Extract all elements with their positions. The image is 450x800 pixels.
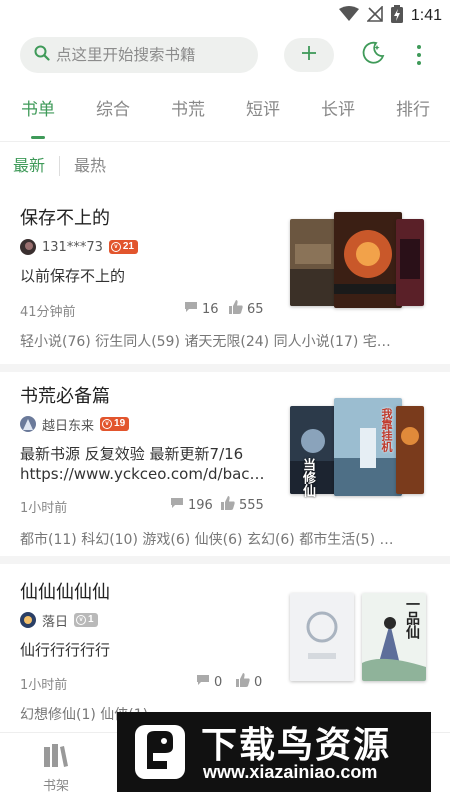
cover-title: 一品仙 — [404, 597, 420, 639]
watermark-banner: 下载鸟资源 www.xiazainiao.com — [117, 712, 431, 792]
tab-long-review[interactable]: 长评 — [321, 92, 355, 128]
comment-count[interactable]: 196 — [170, 497, 213, 513]
like-count-value: 65 — [247, 301, 264, 317]
username: 落日 — [42, 614, 69, 630]
moon-icon — [360, 40, 386, 70]
no-signal-icon — [365, 5, 383, 26]
thumbs-up-icon — [236, 673, 250, 691]
level-badge: v 21 — [108, 240, 138, 254]
level-icon: v — [76, 615, 87, 625]
booklist-card[interactable]: 书荒必备篇 越日东来 v 19 最新书源 反复效验 最新更新7/16 https:… — [0, 372, 450, 564]
level-badge: v1 — [74, 613, 98, 627]
level-value: 1 — [88, 614, 94, 625]
sort-newest[interactable]: 最新 — [13, 150, 45, 182]
status-time: 1:41 — [410, 7, 442, 24]
search-icon — [34, 45, 50, 65]
level-value: 21 — [122, 241, 134, 252]
tab-general[interactable]: 综合 — [96, 92, 130, 128]
thumbs-up-icon — [229, 300, 243, 318]
category-tabs: 书单 综合 书荒 短评 长评 排行 — [0, 92, 450, 140]
divider — [59, 156, 60, 176]
sort-hottest[interactable]: 最热 — [74, 150, 106, 182]
booklist-description: 仙行行行行行 — [20, 641, 111, 659]
tab-booklist[interactable]: 书单 — [21, 92, 55, 128]
tab-book-shortage[interactable]: 书荒 — [171, 92, 205, 128]
bookshelf-icon — [43, 743, 69, 771]
username: 越日东来 — [42, 418, 95, 434]
booklist-tags: 都市(11) 科幻(10) 游戏(6) 仙侠(6) 玄幻(6) 都市生活(5) … — [20, 532, 394, 548]
bird-logo-icon — [131, 721, 189, 783]
book-cover — [290, 219, 336, 306]
booklist-title: 保存不上的 — [20, 208, 110, 229]
tab-ranking[interactable]: 排行 — [396, 92, 430, 128]
booklist-title: 书荒必备篇 — [20, 386, 110, 407]
comment-icon — [170, 497, 184, 513]
more-menu-button[interactable] — [408, 40, 430, 70]
comment-count[interactable]: 0 — [196, 674, 222, 690]
avatar — [20, 416, 36, 432]
like-count[interactable]: 65 — [229, 300, 264, 318]
level-icon: v — [110, 242, 121, 252]
username: 131***73 — [42, 239, 103, 255]
booklist-title: 仙仙仙仙仙 — [20, 582, 110, 603]
tab-short-review[interactable]: 短评 — [246, 92, 280, 128]
search-input[interactable] — [56, 46, 256, 64]
post-time: 1小时前 — [20, 501, 68, 516]
book-cover: 一品仙 — [362, 593, 426, 681]
user-row: 131***73 v 21 — [20, 237, 138, 257]
comment-count[interactable]: 16 — [184, 301, 219, 317]
card-separator — [0, 364, 450, 372]
comment-icon — [196, 674, 210, 690]
like-count-value: 555 — [239, 497, 264, 513]
post-time: 41分钟前 — [20, 305, 76, 320]
comment-icon — [184, 301, 198, 317]
booklist-tags: 轻小说(76) 衍生同人(59) 诸天无限(24) 同人小说(17) 宅… — [20, 334, 391, 350]
like-count-value: 0 — [254, 674, 263, 690]
book-cover: 我靠挂机 — [334, 398, 402, 496]
sort-options: 最新 最热 — [0, 150, 450, 182]
cover-title: 我靠挂机 — [380, 408, 393, 452]
booklist-card[interactable]: 保存不上的 131***73 v 21 以前保存不上的 41分钟前 16 65 轻… — [0, 190, 450, 364]
book-cover — [396, 219, 424, 306]
level-value: 19 — [114, 418, 126, 429]
booklist-description-line1: 最新书源 反复效验 最新更新7/16 — [20, 445, 244, 463]
user-row: 落日 v1 — [20, 610, 98, 630]
more-dot — [417, 45, 421, 49]
more-dot — [417, 53, 421, 57]
add-button[interactable] — [284, 38, 334, 72]
booklist-card[interactable]: 仙仙仙仙仙 落日 v1 仙行行行行行 1小时前 0 0 幻想修仙(1) 仙侠(1… — [0, 564, 450, 734]
user-row: 越日东来 v 19 — [20, 414, 130, 434]
nav-bookshelf[interactable]: 书架 — [30, 743, 82, 794]
level-badge: v 19 — [100, 417, 130, 431]
nav-bookshelf-label: 书架 — [42, 779, 69, 794]
status-bar: 1:41 — [0, 0, 450, 30]
watermark-title: 下载鸟资源 — [201, 725, 392, 766]
comment-count-value: 16 — [202, 301, 219, 317]
battery-charging-icon — [390, 5, 403, 27]
book-cover — [290, 593, 354, 681]
booklist-description: 以前保存不上的 — [20, 267, 126, 285]
book-cover — [334, 212, 402, 308]
watermark-url: www.xiazainiao.com — [203, 762, 378, 782]
avatar — [20, 612, 36, 628]
card-separator — [0, 556, 450, 564]
like-count[interactable]: 555 — [221, 496, 264, 514]
thumbs-up-icon — [221, 496, 235, 514]
booklist-description-line2: https://www.yckceo.com/d/bac… — [20, 465, 265, 483]
cover-title: 当修仙 — [300, 458, 315, 497]
like-count[interactable]: 0 — [236, 673, 262, 691]
more-dot — [417, 61, 421, 65]
plus-icon — [301, 45, 317, 65]
avatar — [20, 239, 36, 255]
book-cover — [396, 406, 424, 494]
search-bar[interactable] — [20, 37, 258, 73]
active-tab-indicator — [31, 136, 45, 139]
post-time: 1小时前 — [20, 678, 68, 693]
wifi-icon — [338, 6, 359, 26]
divider — [0, 141, 450, 142]
night-mode-button[interactable] — [358, 40, 388, 70]
comment-count-value: 196 — [188, 497, 213, 513]
comment-count-value: 0 — [214, 674, 223, 690]
level-icon: v — [102, 419, 113, 429]
